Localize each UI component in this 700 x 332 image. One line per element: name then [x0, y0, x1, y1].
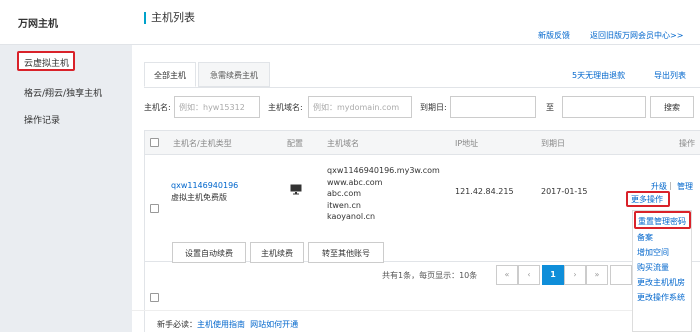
row-checkbox[interactable]: [150, 204, 159, 213]
col-ip: IP地址: [455, 139, 479, 148]
dd-reset-password-label[interactable]: 重置管理密码: [638, 217, 686, 226]
domain-input[interactable]: 例如：mydomain.com: [308, 96, 412, 118]
more-ops-link[interactable]: 更多操作: [631, 194, 663, 205]
renew-host-button[interactable]: 主机续费: [250, 242, 304, 263]
domain-list: qxw1146940196.my3w.com www.abc.com abc.c…: [327, 165, 440, 223]
dd-buy-traffic[interactable]: 购买流量: [637, 262, 669, 273]
host-name-label: 主机名:: [144, 103, 171, 112]
domain-label: 主机域名:: [268, 103, 303, 112]
auto-renew-button[interactable]: 设置自动续费: [172, 242, 246, 263]
domain-item: itwen.cn: [327, 200, 361, 210]
expire-to-input[interactable]: [562, 96, 646, 118]
host-table: 主机名/主机类型 配置 主机域名 IP地址 到期日 操作 qxw11469401…: [144, 130, 700, 332]
col-ops: 操作: [679, 139, 695, 148]
tab-renew-urgent[interactable]: 急需续费主机: [198, 62, 270, 87]
page-1-button[interactable]: 1: [542, 265, 564, 285]
ip-address: 121.42.84.215: [455, 187, 514, 196]
sidebar-title: 万网主机: [0, 0, 132, 45]
site-open-link[interactable]: 网站如何开通: [250, 320, 298, 329]
transfer-account-button[interactable]: 转至其他账号: [308, 242, 384, 263]
page-next-button[interactable]: ›: [564, 265, 586, 285]
page-size-input[interactable]: [610, 265, 632, 285]
monitor-icon: [290, 184, 302, 197]
host-name-input[interactable]: 例如：hyw15312: [174, 96, 260, 118]
host-type: 虚拟主机免费版: [171, 193, 227, 202]
sidebar-item-dedicated-host[interactable]: 格云/翔云/独享主机: [24, 86, 102, 99]
col-domain: 主机域名: [327, 139, 359, 148]
expire-label: 到期日:: [420, 103, 447, 112]
domain-item: www.abc.com: [327, 177, 383, 187]
expire-date: 2017-01-15: [541, 187, 588, 196]
page-first-button[interactable]: «: [496, 265, 518, 285]
return-old-link[interactable]: 返回旧版万网会员中心>>: [590, 30, 683, 41]
main-panel: 主机列表 新版反馈 返回旧版万网会员中心>> 全部主机 急需续费主机 5天无理由…: [132, 0, 700, 332]
bottom-divider: [132, 310, 632, 311]
host-name-link[interactable]: qxw1146940196: [171, 181, 238, 190]
sidebar: 万网主机 云虚拟主机 格云/翔云/独享主机 操作记录: [0, 0, 132, 332]
dd-reset-password[interactable]: 重置管理密码: [634, 211, 691, 229]
dd-change-room[interactable]: 更改主机机房: [637, 277, 685, 288]
footer-checkbox[interactable]: [150, 293, 159, 302]
col-host-name: 主机名/主机类型: [173, 139, 232, 148]
page-prev-button[interactable]: ‹: [518, 265, 540, 285]
table-header: 主机名/主机类型 配置 主机域名 IP地址 到期日 操作: [145, 131, 700, 155]
dd-add-space[interactable]: 增加空间: [637, 247, 669, 258]
page-title: 主机列表: [144, 12, 195, 24]
pagination-summary: 共有1条，每页显示：10条: [382, 271, 478, 280]
domain-item: qxw1146940196.my3w.com: [327, 166, 440, 175]
search-button[interactable]: 搜索: [650, 96, 694, 118]
newbie-label: 新手必读：: [157, 320, 197, 329]
dd-beian[interactable]: 备案: [637, 232, 653, 243]
newbie-guide: 新手必读：主机使用指南 网站如何开通: [157, 319, 298, 330]
header-divider: [132, 44, 700, 45]
tab-all-hosts[interactable]: 全部主机: [144, 62, 196, 87]
col-expire: 到期日: [541, 139, 565, 148]
page-last-button[interactable]: »: [586, 265, 608, 285]
sidebar-item-cloud-virtual-host[interactable]: 云虚拟主机: [17, 51, 75, 71]
manage-link[interactable]: 管理: [677, 181, 693, 192]
ops-separator: |: [669, 181, 672, 190]
feedback-link[interactable]: 新版反馈: [538, 30, 570, 41]
refund-link[interactable]: 5天无理由退款: [572, 70, 625, 81]
more-ops-highlight[interactable]: 更多操作: [626, 191, 670, 207]
export-link[interactable]: 导出列表: [654, 70, 686, 81]
host-guide-link[interactable]: 主机使用指南: [197, 320, 245, 329]
domain-item: abc.com: [327, 189, 362, 198]
select-all-checkbox[interactable]: [150, 138, 159, 147]
more-ops-dropdown: 重置管理密码 备案 增加空间 购买流量 更改主机机房 更改操作系统: [632, 210, 692, 332]
sidebar-item-operation-log[interactable]: 操作记录: [24, 113, 60, 126]
tab-divider: [144, 87, 700, 88]
col-config: 配置: [287, 139, 303, 148]
to-label: 至: [546, 103, 554, 112]
dd-change-os[interactable]: 更改操作系统: [637, 292, 685, 303]
domain-item: kaoyanol.cn: [327, 212, 376, 221]
expire-from-input[interactable]: [450, 96, 536, 118]
